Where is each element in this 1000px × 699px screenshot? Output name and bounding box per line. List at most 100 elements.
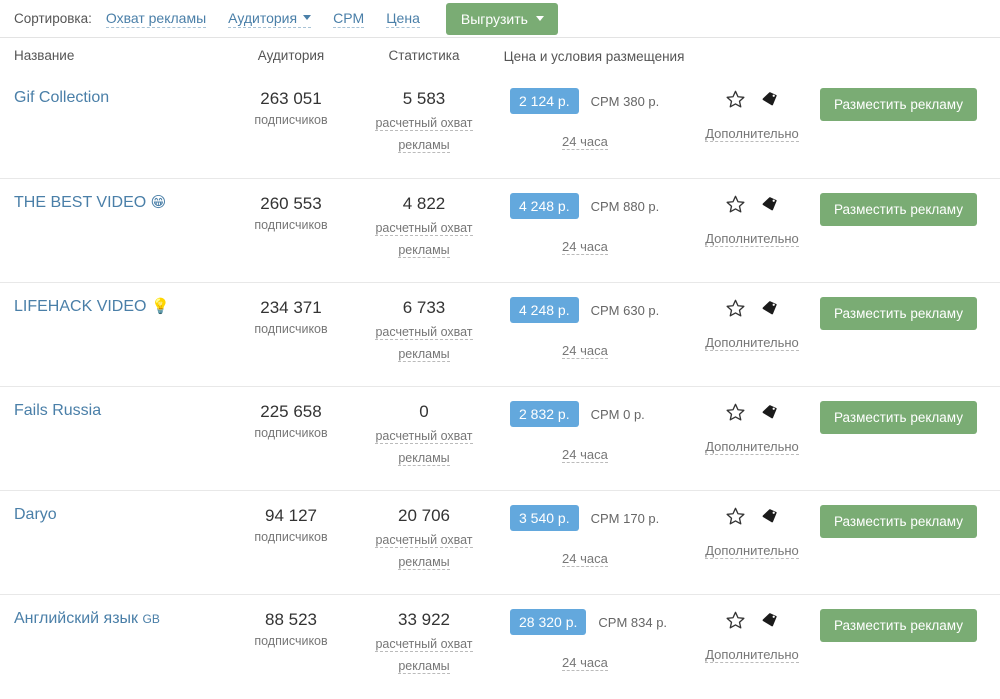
- additional-link[interactable]: Дополнительно: [705, 126, 799, 142]
- column-header-action: [810, 48, 1000, 66]
- duration-value[interactable]: 24 часа: [562, 655, 608, 671]
- cell-action: Разместить рекламу: [810, 297, 1000, 386]
- icon-group: [694, 193, 810, 215]
- additional-link[interactable]: Дополнительно: [705, 231, 799, 247]
- duration-row: 24 часа: [510, 134, 694, 149]
- sort-toolbar: Сортировка: Охват рекламыАудиторияCPMЦен…: [0, 0, 1000, 37]
- cell-audience: 234 371подписчиков: [228, 297, 354, 386]
- channels-table: Название Аудитория Статистика Цена и усл…: [0, 37, 1000, 698]
- cell-extra: Дополнительно: [694, 609, 810, 698]
- reach-note: расчетный охват рекламы: [354, 633, 494, 676]
- star-icon[interactable]: [725, 194, 746, 214]
- channel-name-link[interactable]: Fails Russia: [14, 401, 101, 420]
- channel-name-link[interactable]: THE BEST VIDEO 😁: [14, 193, 166, 212]
- cell-name: THE BEST VIDEO 😁: [0, 193, 228, 282]
- additional-link[interactable]: Дополнительно: [705, 543, 799, 559]
- reach-note-text[interactable]: расчетный охват рекламы: [375, 116, 472, 153]
- cpm-value: CPM 170 р.: [591, 511, 660, 526]
- sort-link-3[interactable]: Цена: [386, 10, 420, 28]
- duration-value[interactable]: 24 часа: [562, 343, 608, 359]
- star-icon[interactable]: [725, 402, 746, 422]
- price-badge[interactable]: 28 320 р.: [510, 609, 586, 635]
- sort-link-1[interactable]: Аудитория: [228, 10, 311, 28]
- channel-name-text: LIFEHACK VIDEO: [14, 298, 146, 315]
- channel-name-suffix: GB: [142, 612, 159, 626]
- audience-value: 225 658: [228, 401, 354, 422]
- additional-link[interactable]: Дополнительно: [705, 439, 799, 455]
- price-badge[interactable]: 2 832 р.: [510, 401, 579, 427]
- tag-icon[interactable]: [760, 90, 779, 108]
- audience-value: 94 127: [228, 505, 354, 526]
- cell-audience: 94 127подписчиков: [228, 505, 354, 594]
- star-icon[interactable]: [725, 610, 746, 630]
- additional-link[interactable]: Дополнительно: [705, 647, 799, 663]
- price-badge[interactable]: 2 124 р.: [510, 88, 579, 114]
- cell-name: Daryo: [0, 505, 228, 594]
- export-button-label: Выгрузить: [461, 11, 528, 27]
- table-body: Gif Collection 263 051подписчиков5 583 рас…: [0, 74, 1000, 698]
- cell-audience: 263 051подписчиков: [228, 88, 354, 178]
- reach-value: 33 922: [354, 609, 494, 630]
- cell-stats: 0 расчетный охват рекламы: [354, 401, 494, 490]
- cell-action: Разместить рекламу: [810, 401, 1000, 490]
- star-icon[interactable]: [725, 506, 746, 526]
- cell-stats: 33 922 расчетный охват рекламы: [354, 609, 494, 698]
- star-icon[interactable]: [725, 89, 746, 109]
- tag-icon[interactable]: [760, 611, 779, 629]
- price-badge[interactable]: 4 248 р.: [510, 297, 579, 323]
- duration-value[interactable]: 24 часа: [562, 447, 608, 463]
- place-ad-button[interactable]: Разместить рекламу: [820, 88, 977, 121]
- price-badge[interactable]: 3 540 р.: [510, 505, 579, 531]
- column-header-extra: [694, 48, 810, 66]
- duration-value[interactable]: 24 часа: [562, 134, 608, 150]
- reach-note-text[interactable]: расчетный охват рекламы: [375, 325, 472, 362]
- tag-icon[interactable]: [760, 195, 779, 213]
- tag-icon[interactable]: [760, 403, 779, 421]
- duration-row: 24 часа: [510, 239, 694, 254]
- star-icon[interactable]: [725, 298, 746, 318]
- channel-name-text: Daryo: [14, 506, 57, 523]
- reach-note-text[interactable]: расчетный охват рекламы: [375, 533, 472, 570]
- place-ad-button[interactable]: Разместить рекламу: [820, 401, 977, 434]
- tag-icon[interactable]: [760, 507, 779, 525]
- place-ad-button[interactable]: Разместить рекламу: [820, 193, 977, 226]
- channel-name-link[interactable]: Gif Collection: [14, 88, 109, 107]
- table-row: Daryo94 127подписчиков20 706расчетный ох…: [0, 490, 1000, 594]
- duration-value[interactable]: 24 часа: [562, 239, 608, 255]
- table-row: Gif Collection 263 051подписчиков5 583 рас…: [0, 74, 1000, 178]
- channel-name-link[interactable]: Daryo: [14, 505, 57, 524]
- cell-price: 2 832 р.CPM 0 р.24 часа: [494, 401, 694, 490]
- reach-note: расчетный охват рекламы: [354, 321, 494, 364]
- cell-name: LIFEHACK VIDEO 💡: [0, 297, 228, 386]
- additional-link[interactable]: Дополнительно: [705, 335, 799, 351]
- place-ad-button[interactable]: Разместить рекламу: [820, 609, 977, 642]
- duration-row: 24 часа: [510, 655, 694, 670]
- icon-group: [694, 505, 810, 527]
- audience-value: 263 051: [228, 88, 354, 109]
- reach-value: 0: [354, 401, 494, 422]
- cell-action: Разместить рекламу: [810, 505, 1000, 594]
- duration-value[interactable]: 24 часа: [562, 551, 608, 567]
- tag-icon[interactable]: [760, 299, 779, 317]
- sort-link-label: Цена: [386, 10, 420, 26]
- cell-price: 28 320 р.CPM 834 р.24 часа: [494, 609, 694, 698]
- column-header-price: Цена и условия размещения: [494, 48, 694, 66]
- place-ad-button[interactable]: Разместить рекламу: [820, 505, 977, 538]
- reach-value: 6 733: [354, 297, 494, 318]
- reach-note-text[interactable]: расчетный охват рекламы: [375, 637, 472, 674]
- reach-value: 5 583: [354, 88, 494, 109]
- cell-price: 4 248 р. CPM 880 р. 24 часа: [494, 193, 694, 282]
- place-ad-button[interactable]: Разместить рекламу: [820, 297, 977, 330]
- sort-link-2[interactable]: CPM: [333, 10, 364, 28]
- channel-name-text: THE BEST VIDEO: [14, 194, 146, 211]
- sort-link-0[interactable]: Охват рекламы: [106, 10, 206, 28]
- cell-price: 2 124 р.CPM 380 р.24 часа: [494, 88, 694, 178]
- channel-name-link[interactable]: LIFEHACK VIDEO 💡: [14, 297, 170, 316]
- reach-note-text[interactable]: расчетный охват рекламы: [375, 221, 472, 258]
- export-button[interactable]: Выгрузить: [446, 3, 558, 35]
- channel-name-link[interactable]: Английский язык GB: [14, 609, 160, 628]
- cpm-value: CPM 880 р.: [591, 199, 660, 214]
- reach-note-text[interactable]: расчетный охват рекламы: [375, 429, 472, 466]
- cell-extra: Дополнительно: [694, 297, 810, 386]
- price-badge[interactable]: 4 248 р.: [510, 193, 579, 219]
